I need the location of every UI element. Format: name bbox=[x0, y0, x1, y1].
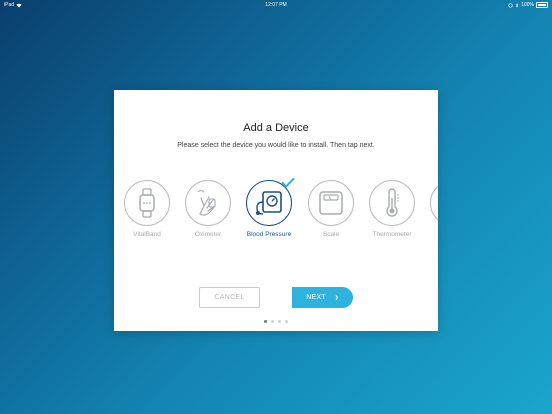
device-circle[interactable] bbox=[430, 180, 438, 226]
device-partial[interactable]: G bbox=[423, 180, 438, 238]
next-button-label: NEXT bbox=[306, 294, 327, 301]
device-label: Blood Pressure bbox=[246, 231, 292, 238]
blood-pressure-icon bbox=[256, 191, 282, 215]
scale-icon bbox=[319, 191, 343, 215]
page-dot bbox=[278, 320, 281, 323]
device-circle[interactable] bbox=[124, 180, 170, 226]
device-vitalband[interactable]: VitalBand bbox=[117, 180, 177, 238]
battery-icon bbox=[536, 2, 548, 8]
bluetooth-icon bbox=[516, 2, 519, 8]
device-label: VitalBand bbox=[133, 231, 161, 238]
battery-percent: 100% bbox=[521, 2, 534, 8]
thermometer-icon bbox=[386, 188, 399, 217]
device-circle-selected[interactable] bbox=[246, 178, 295, 226]
checkmark-icon bbox=[281, 178, 295, 188]
device-circle[interactable] bbox=[308, 180, 354, 226]
page-dot bbox=[271, 320, 274, 323]
finger-oximeter-icon bbox=[197, 190, 216, 216]
next-button[interactable]: NEXT › bbox=[292, 287, 353, 308]
device-label: Scale bbox=[322, 231, 340, 238]
dialog-title: Add a Device bbox=[243, 122, 309, 134]
status-bar: iPad 12:07 PM 100% bbox=[0, 0, 552, 10]
device-carousel[interactable]: VitalBand Oximeter Blood Pressure Scale … bbox=[114, 178, 438, 250]
dialog-subtitle: Please select the device you would like … bbox=[177, 142, 375, 149]
status-time: 12:07 PM bbox=[265, 2, 287, 8]
page-indicator bbox=[114, 320, 438, 323]
lock-rotation-icon bbox=[508, 2, 513, 8]
add-device-dialog: Add a Device Please select the device yo… bbox=[114, 90, 438, 331]
device-thermometer[interactable]: Thermometer bbox=[362, 180, 422, 238]
device-oximeter[interactable]: Oximeter bbox=[178, 180, 238, 238]
device-blood-pressure[interactable]: Blood Pressure bbox=[239, 178, 299, 238]
device-label: G bbox=[423, 231, 438, 238]
device-circle[interactable] bbox=[369, 180, 415, 226]
watch-icon bbox=[139, 188, 155, 218]
cancel-button[interactable]: CANCEL bbox=[199, 287, 260, 308]
device-circle[interactable] bbox=[185, 180, 231, 226]
page-dot-active bbox=[264, 320, 267, 323]
status-bar-right: 100% bbox=[508, 2, 548, 8]
chevron-right-icon: › bbox=[335, 291, 339, 303]
page-dot bbox=[285, 320, 288, 323]
device-scale[interactable]: Scale bbox=[301, 180, 361, 238]
device-label: Oximeter bbox=[194, 231, 222, 238]
device-label: Thermometer bbox=[372, 231, 412, 238]
